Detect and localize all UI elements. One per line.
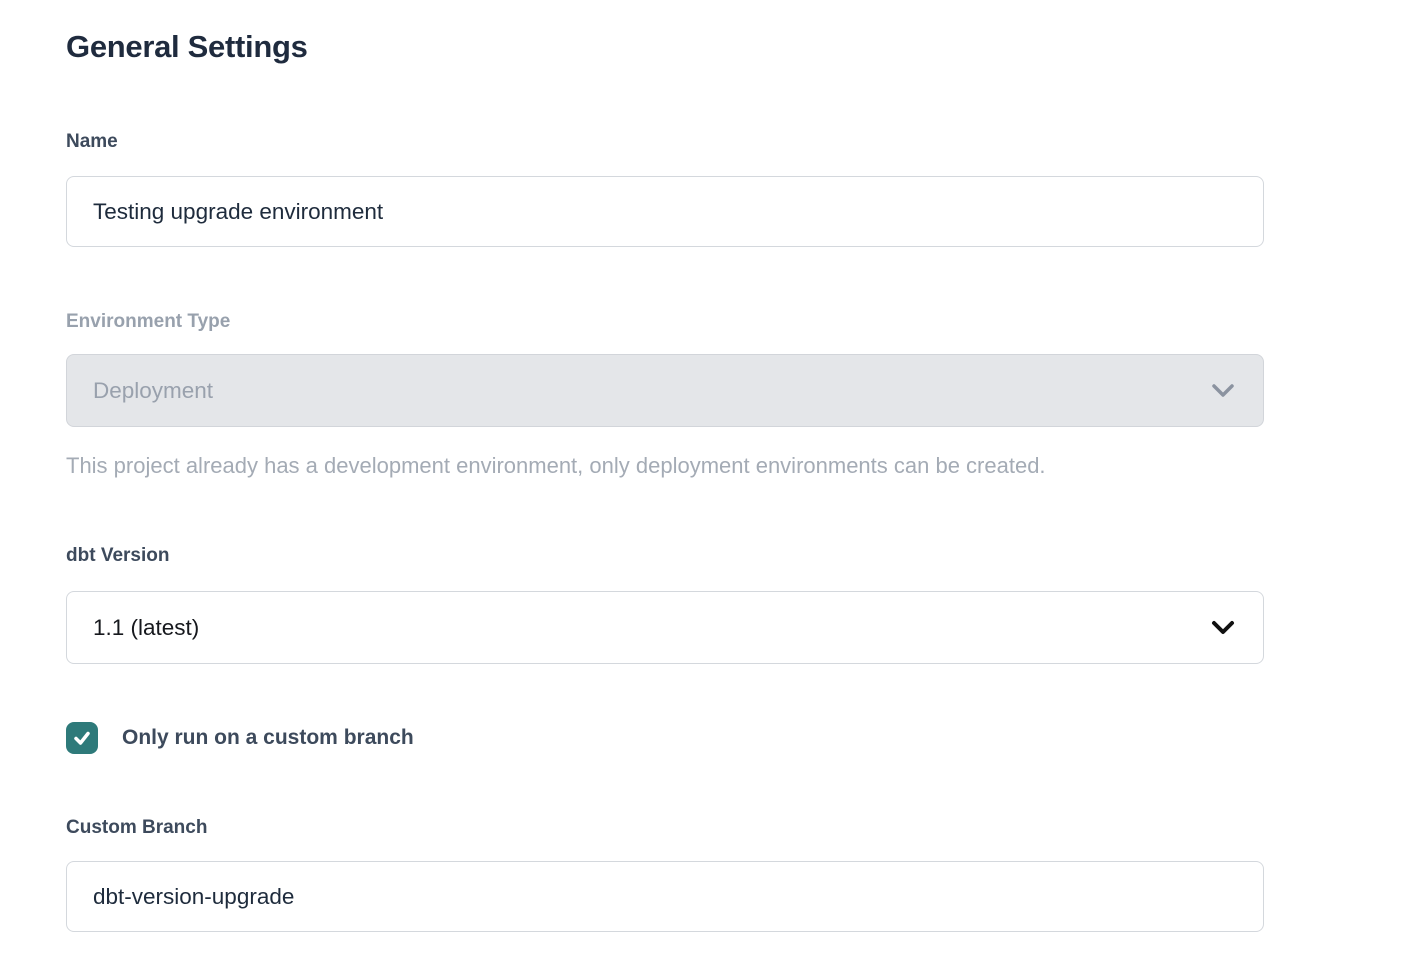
environment-type-value: Deployment bbox=[93, 378, 213, 404]
name-input[interactable] bbox=[66, 176, 1264, 247]
dbt-version-value: 1.1 (latest) bbox=[93, 615, 199, 641]
custom-branch-input[interactable] bbox=[66, 861, 1264, 932]
name-label: Name bbox=[66, 131, 1330, 153]
environment-type-label: Environment Type bbox=[66, 311, 1330, 333]
chevron-down-icon bbox=[1211, 620, 1235, 636]
dbt-version-label: dbt Version bbox=[66, 545, 1330, 567]
environment-type-select: Deployment bbox=[66, 354, 1264, 427]
checkmark-icon bbox=[72, 728, 92, 748]
chevron-down-icon bbox=[1211, 383, 1235, 399]
environment-type-helper-text: This project already has a development e… bbox=[66, 452, 1330, 480]
dbt-version-select[interactable]: 1.1 (latest) bbox=[66, 591, 1264, 664]
custom-branch-checkbox-row: Only run on a custom branch bbox=[66, 722, 1330, 754]
custom-branch-label: Custom Branch bbox=[66, 817, 1330, 839]
custom-branch-checkbox[interactable] bbox=[66, 722, 98, 754]
page-title: General Settings bbox=[66, 28, 1330, 66]
general-settings-panel: General Settings Name Environment Type D… bbox=[0, 0, 1330, 932]
custom-branch-checkbox-label: Only run on a custom branch bbox=[122, 726, 414, 750]
